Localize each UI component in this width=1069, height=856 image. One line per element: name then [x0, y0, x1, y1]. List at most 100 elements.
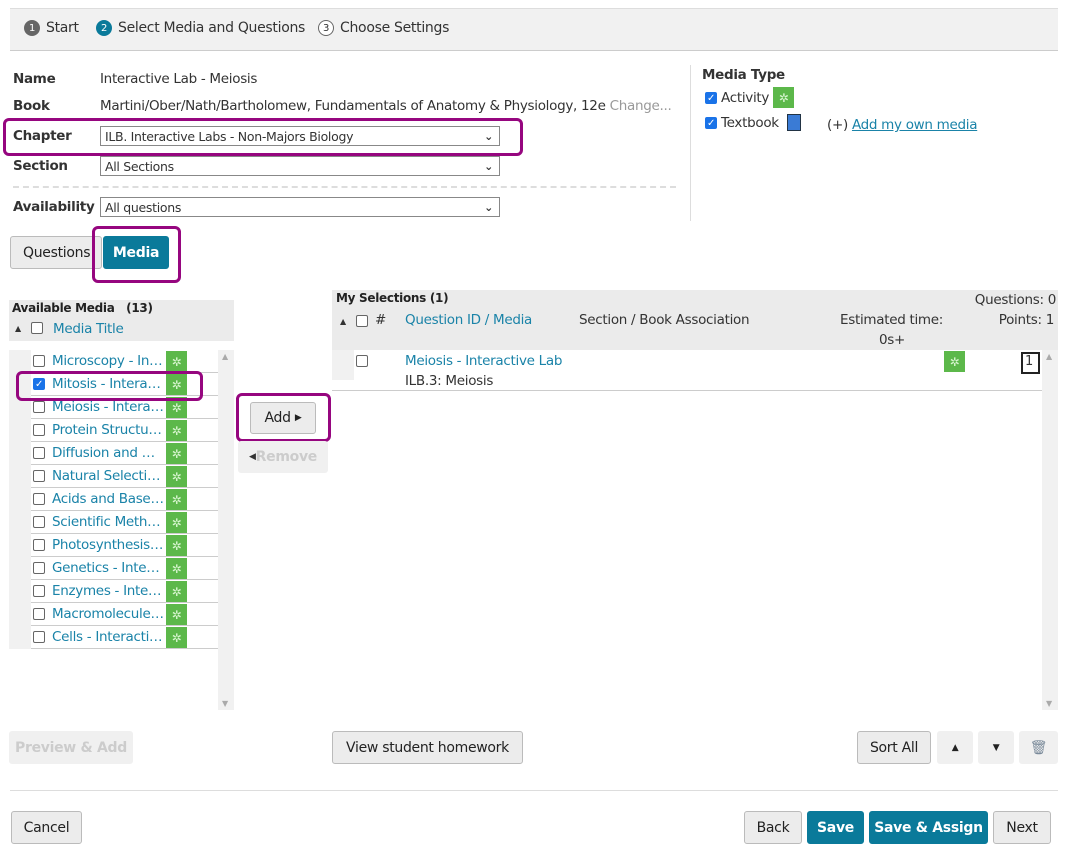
remove-button[interactable]: ◀ Remove	[238, 441, 328, 473]
item-title[interactable]: Macromolecules - Interactive Lab	[52, 606, 164, 622]
item-checkbox[interactable]	[33, 493, 45, 505]
step-start[interactable]: 1 Start	[24, 20, 79, 36]
book-label: Book	[13, 98, 50, 114]
item-title[interactable]: Acids and Bases - Interactive Lab	[52, 491, 164, 507]
textbook-checkbox[interactable]: ✓	[705, 116, 717, 129]
list-item[interactable]: Genetics - Interactive Lab✲	[9, 557, 218, 580]
preview-add-button[interactable]: Preview & Add	[9, 731, 133, 764]
points-total: Points: 1	[998, 312, 1055, 328]
list-item[interactable]: Natural Selection - Interactive Lab✲	[9, 465, 218, 488]
item-title[interactable]: Diffusion and Osmosis - Interactive Lab	[52, 445, 164, 461]
activity-icon: ✲	[166, 466, 187, 487]
item-checkbox[interactable]	[33, 424, 45, 436]
add-own-media-link[interactable]: Add my own media	[852, 117, 978, 133]
row-section: ILB.3: Meiosis	[405, 373, 494, 389]
view-student-homework-button[interactable]: View student homework	[332, 731, 523, 764]
activity-icon: ✲	[944, 351, 965, 372]
item-title[interactable]: Photosynthesis - Interactive Lab	[52, 537, 164, 553]
row-checkbox[interactable]	[356, 355, 368, 367]
item-checkbox[interactable]	[33, 562, 45, 574]
available-media-list: Microscopy - Interactive Lab✲✓Mitosis - …	[9, 350, 234, 710]
divider	[13, 186, 676, 188]
estimated-time-label: Estimated time:	[840, 312, 944, 328]
item-checkbox[interactable]	[33, 516, 45, 528]
selections-list: Meiosis - Interactive Lab ILB.3: Meiosis…	[332, 350, 1058, 710]
move-up-button[interactable]: ▲	[937, 731, 973, 764]
sort-asc-icon[interactable]: ▲	[15, 324, 21, 333]
list-item[interactable]: Diffusion and Osmosis - Interactive Lab✲	[9, 442, 218, 465]
caret-down-icon: ▼	[992, 742, 1000, 753]
scrollbar[interactable]: ▲ ▼	[218, 350, 234, 710]
activity-checkbox[interactable]: ✓	[705, 91, 717, 104]
step-label: Start	[46, 20, 79, 36]
sort-asc-icon[interactable]: ▲	[340, 317, 346, 326]
item-checkbox[interactable]	[33, 401, 45, 413]
item-title[interactable]: Enzymes - Interactive Lab	[52, 583, 164, 599]
points-input[interactable]: 1	[1021, 352, 1040, 374]
next-button[interactable]: Next	[993, 811, 1051, 844]
item-title[interactable]: Microscopy - Interactive Lab	[52, 353, 164, 369]
item-checkbox[interactable]	[33, 447, 45, 459]
back-button[interactable]: Back	[744, 811, 802, 844]
item-checkbox[interactable]	[33, 355, 45, 367]
section-select[interactable]: All Sections ⌄	[100, 156, 500, 176]
step-label: Select Media and Questions	[118, 20, 306, 36]
step-select-media[interactable]: 2 Select Media and Questions	[96, 20, 305, 36]
tab-questions[interactable]: Questions	[10, 236, 102, 269]
item-checkbox[interactable]	[33, 608, 45, 620]
list-item[interactable]: Macromolecules - Interactive Lab✲	[9, 603, 218, 626]
remove-label: Remove	[255, 449, 318, 465]
item-checkbox[interactable]	[33, 539, 45, 551]
questions-count: Questions: 0	[974, 292, 1057, 308]
table-row[interactable]: Meiosis - Interactive Lab ILB.3: Meiosis…	[332, 350, 1042, 391]
activity-icon: ✲	[166, 581, 187, 602]
preview-label: Preview & Add	[15, 739, 127, 756]
save-button[interactable]: Save	[807, 811, 864, 844]
scrollbar[interactable]: ▲ ▼	[1042, 350, 1058, 710]
list-item[interactable]: Acids and Bases - Interactive Lab✲	[9, 488, 218, 511]
item-title[interactable]: Protein Structure - Interactive Lab	[52, 422, 164, 438]
view-homework-label: View student homework	[346, 739, 509, 756]
step-choose-settings[interactable]: 3 Choose Settings	[318, 20, 449, 36]
item-title[interactable]: Scientific Method - Interactive Lab	[52, 514, 164, 530]
list-item[interactable]: Photosynthesis - Interactive Lab✲	[9, 534, 218, 557]
list-item[interactable]: Enzymes - Interactive Lab✲	[9, 580, 218, 603]
availability-select[interactable]: All questions ⌄	[100, 197, 500, 217]
selections-title: My Selections (1)	[336, 291, 449, 305]
activity-icon: ✲	[166, 604, 187, 625]
list-item[interactable]: Cells - Interactive Lab✲	[9, 626, 218, 649]
sort-all-button[interactable]: Sort All	[857, 731, 931, 764]
activity-icon: ✲	[166, 627, 187, 648]
step-number: 2	[96, 20, 112, 36]
wizard-steps: 1 Start 2 Select Media and Questions 3 Choo…	[10, 8, 1058, 51]
item-checkbox[interactable]	[33, 585, 45, 597]
save-assign-label: Save & Assign	[874, 819, 983, 836]
number-column: #	[375, 312, 387, 328]
change-book-link[interactable]: Change...	[610, 98, 672, 114]
question-id-column[interactable]: Question ID / Media	[405, 312, 532, 328]
chapter-highlight	[3, 118, 523, 156]
item-checkbox[interactable]	[33, 631, 45, 643]
trash-icon: 🗑	[1029, 739, 1048, 756]
list-item[interactable]: Microscopy - Interactive Lab✲	[9, 350, 218, 373]
cancel-button[interactable]: Cancel	[11, 811, 82, 844]
list-item[interactable]: Protein Structure - Interactive Lab✲	[9, 419, 218, 442]
sort-all-label: Sort All	[869, 739, 919, 756]
item-title[interactable]: Natural Selection - Interactive Lab	[52, 468, 164, 484]
move-down-button[interactable]: ▼	[978, 731, 1014, 764]
save-assign-button[interactable]: Save & Assign	[869, 811, 988, 844]
delete-button[interactable]: 🗑	[1019, 731, 1058, 764]
item-checkbox[interactable]	[33, 470, 45, 482]
row-title[interactable]: Meiosis - Interactive Lab	[405, 353, 562, 369]
list-item[interactable]: Scientific Method - Interactive Lab✲	[9, 511, 218, 534]
media-title-column[interactable]: Media Title	[53, 321, 124, 337]
item-title[interactable]: Genetics - Interactive Lab	[52, 560, 164, 576]
back-label: Back	[756, 819, 790, 836]
select-all-checkbox[interactable]	[31, 322, 43, 334]
item-title[interactable]: Meiosis - Interactive Lab	[52, 399, 164, 415]
select-all-checkbox[interactable]	[356, 315, 368, 327]
item-title[interactable]: Cells - Interactive Lab	[52, 629, 164, 645]
step-number: 1	[24, 20, 40, 36]
my-selections-header: My Selections (1) Questions: 0 ▲ # Quest…	[332, 290, 1058, 350]
chevron-down-icon: ⌄	[484, 201, 493, 214]
